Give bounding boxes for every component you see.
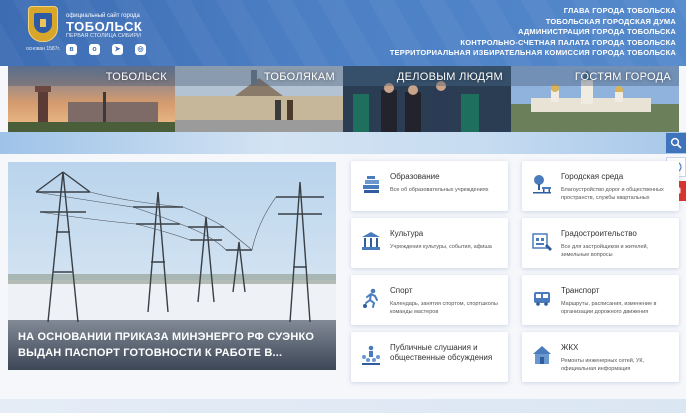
feature-title-line1: НА ОСНОВАНИИ ПРИКАЗА МИНЭНЕРГО РФ СУЭНКО — [18, 331, 315, 343]
books-icon — [363, 176, 379, 193]
card-description: Ремонты инженерных сетей, УК, официальна… — [561, 358, 645, 372]
feature-news[interactable]: НА ОСНОВАНИИ ПРИКАЗА МИНЭНЕРГО РФ СУЭНКО… — [8, 162, 336, 370]
search-button[interactable] — [666, 133, 686, 153]
card-title-line1: Публичные слушания и — [390, 343, 478, 352]
top-links: ГЛАВА ГОРОДА ТОБОЛЬСКА ТОБОЛЬСКАЯ ГОРОДС… — [390, 6, 676, 59]
card-housing[interactable]: ЖКХ Ремонты инженерных сетей, УК, официа… — [522, 332, 679, 382]
card-title: ЖКХ — [561, 343, 579, 352]
search-icon — [670, 137, 682, 149]
vk-icon[interactable]: в — [66, 44, 77, 55]
card-title: Спорт — [390, 286, 413, 295]
card-urban-planning[interactable]: Градостроительство Все для застройщиков … — [522, 218, 679, 268]
card-title: Городская среда — [561, 172, 624, 181]
card-transport[interactable]: Транспорт Маршруты, расписания, изменени… — [522, 275, 679, 325]
instagram-icon[interactable]: ◎ — [135, 44, 146, 55]
card-title: Транспорт — [561, 286, 600, 295]
card-title: Культура — [390, 229, 424, 238]
card-sport[interactable]: Спорт Календарь, занятия спортом, спортш… — [351, 275, 508, 325]
housing-icon — [533, 346, 551, 364]
park-icon — [533, 175, 551, 194]
runner-icon — [363, 288, 378, 308]
card-culture[interactable]: Культура Учреждения культуры, события, а… — [351, 218, 508, 268]
search-band — [0, 132, 686, 154]
coat-of-arms-icon[interactable] — [28, 6, 58, 42]
category-tobolsk[interactable]: ТОБОЛЬСК — [8, 66, 175, 132]
card-description: Маршруты, расписания, изменение в органи… — [561, 301, 657, 315]
category-label: ГОСТЯМ ГОРОДА — [574, 71, 671, 83]
card-description: Все для застройщиков и жителей, земельны… — [561, 244, 649, 258]
site-header: официальный сайт города ТОБОЛЬСК ПЕРВАЯ … — [0, 0, 686, 66]
site-name[interactable]: ТОБОЛЬСК — [66, 19, 142, 34]
top-link-administration[interactable]: АДМИНИСТРАЦИЯ ГОРОДА ТОБОЛЬСКА — [390, 27, 676, 38]
feature-caption[interactable]: НА ОСНОВАНИИ ПРИКАЗА МИНЭНЕРГО РФ СУЭНКО… — [8, 320, 336, 370]
card-description: Все об образовательных учреждениях — [390, 187, 489, 193]
site-slogan: ПЕРВАЯ СТОЛИЦА СИБИРИ — [66, 33, 141, 39]
top-link-duma[interactable]: ТОБОЛЬСКАЯ ГОРОДСКАЯ ДУМА — [390, 17, 676, 28]
category-label: ТОБОЛЬСК — [105, 71, 167, 83]
telegram-icon[interactable]: ➤ — [112, 44, 123, 55]
card-title: Образование — [390, 172, 440, 181]
top-link-election-commission[interactable]: ТЕРРИТОРИАЛЬНАЯ ИЗБИРАТЕЛЬНАЯ КОМИССИЯ Г… — [390, 48, 676, 59]
category-banners: ТОБОЛЬСК ТОБОЛЯКАМ ДЕЛОВЫМ ЛЮДЯМ ГОСТЯМ … — [0, 66, 686, 132]
card-description: Благоустройство дорог и общественных про… — [561, 187, 664, 201]
feature-title-line2: ВЫДАН ПАСПОРТ ГОТОВНОСТИ К РАБОТЕ В... — [18, 347, 283, 359]
card-public-hearings[interactable]: Публичные слушания и общественные обсужд… — [351, 332, 508, 382]
card-description: Календарь, занятия спортом, спортшколы к… — [390, 301, 498, 315]
card-title: Градостроительство — [561, 229, 637, 238]
category-label: ДЕЛОВЫМ ЛЮДЯМ — [396, 71, 503, 83]
ok-icon[interactable]: о — [89, 44, 100, 55]
category-business[interactable]: ДЕЛОВЫМ ЛЮДЯМ — [343, 66, 511, 132]
bus-icon — [534, 292, 550, 306]
card-education[interactable]: Образование Все об образовательных учреж… — [351, 161, 508, 211]
founded-label: основан 1587г. — [26, 46, 61, 52]
card-title: Публичные слушания и общественные обсужд… — [390, 343, 492, 363]
card-urban-environment[interactable]: Городская среда Благоустройство дорог и … — [522, 161, 679, 211]
hearings-icon — [362, 345, 380, 365]
museum-icon — [362, 232, 380, 250]
category-guests[interactable]: ГОСТЯМ ГОРОДА — [511, 66, 679, 132]
bottom-strip — [0, 399, 686, 413]
building-plan-icon — [532, 233, 552, 251]
category-residents[interactable]: ТОБОЛЯКАМ — [175, 66, 343, 132]
card-title-line2: общественные обсуждения — [390, 353, 493, 362]
top-link-audit-chamber[interactable]: КОНТРОЛЬНО-СЧЕТНАЯ ПАЛАТА ГОРОДА ТОБОЛЬС… — [390, 38, 676, 49]
category-label: ТОБОЛЯКАМ — [263, 71, 335, 83]
card-description: Учреждения культуры, события, афиша — [390, 244, 492, 250]
top-link-head[interactable]: ГЛАВА ГОРОДА ТОБОЛЬСКА — [390, 6, 676, 17]
